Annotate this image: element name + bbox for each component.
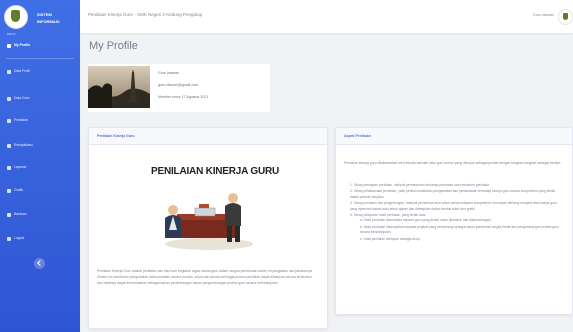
brand[interactable]: SISTEM INFORMASI bbox=[4, 5, 78, 31]
penilaian-card: Penilaian Kinerja Guru PENILAIAN KINERJA… bbox=[88, 127, 328, 329]
list-item: 4. Tahap pelaporan hasil penilaian, yang… bbox=[350, 213, 560, 242]
list-item-text: Tahap penilaian dan penghitungan, melipu… bbox=[350, 201, 557, 211]
list-item: 2. Tahap pelaksanaan penilaian, yaitu pe… bbox=[350, 189, 560, 200]
profile-info: Guru Idaman guru.idaman@gmail.com Member… bbox=[158, 71, 208, 107]
penilaian-heading: PENILAIAN KINERJA GURU bbox=[151, 166, 280, 177]
topbar: Penilaian Kinerja Guru - SMK Negeri 2 Ke… bbox=[80, 0, 573, 33]
sidebar-item-label: My Profile bbox=[14, 43, 31, 47]
card-header: Penilaian Kinerja Guru bbox=[89, 128, 327, 145]
school-logo-icon bbox=[4, 5, 28, 29]
sub-list-item-text: Hasil penilaian disimpan sebagai arsip. bbox=[363, 236, 421, 241]
list-item: 1. Tahap persiapan penilaian, meliputi p… bbox=[350, 183, 560, 188]
sidebar-divider bbox=[6, 58, 74, 59]
sidebar-item-label: Laporan bbox=[14, 165, 27, 169]
sidebar-item-label: Bantuan bbox=[14, 212, 27, 216]
brand-line-1: SISTEM bbox=[37, 12, 52, 17]
profile-card: Guru Idaman guru.idaman@gmail.com Member… bbox=[88, 64, 270, 112]
card-header: Aspek Penilaian bbox=[336, 128, 572, 145]
table-icon bbox=[7, 144, 11, 148]
sidebar-item-bantuan[interactable]: Bantuan bbox=[0, 209, 80, 221]
page-title: My Profile bbox=[89, 40, 138, 52]
sidebar-item-label: Rekapitulasi bbox=[14, 143, 33, 147]
sidebar-item-label: Data Profil bbox=[14, 69, 30, 73]
users-icon bbox=[7, 97, 11, 101]
sidebar-item-rekapitulasi[interactable]: Rekapitulasi bbox=[0, 140, 80, 152]
teacher-assessment-illustration bbox=[151, 184, 265, 252]
brand-line-2: INFORMASI bbox=[37, 19, 60, 24]
sidebar-item-my-profile[interactable]: My Profile bbox=[0, 40, 80, 52]
sidebar-item-grafik[interactable]: Grafik bbox=[0, 185, 80, 197]
profile-name: Guru Idaman bbox=[158, 71, 179, 75]
sidebar-item-data-profil[interactable]: Data Profil bbox=[0, 66, 80, 78]
list-item-text: Tahap pelaksanaan penilaian, yaitu penil… bbox=[350, 189, 556, 199]
user-avatar[interactable] bbox=[558, 9, 573, 25]
aspek-list: 1. Tahap persiapan penilaian, meliputi p… bbox=[350, 183, 560, 243]
sidebar-item-label: Penilaian bbox=[14, 118, 28, 122]
help-icon bbox=[7, 213, 11, 217]
profile-member-since: Member since 17 Agustus 2021 bbox=[158, 95, 209, 99]
list-item-text: Tahap persiapan penilaian, meliputi pema… bbox=[353, 183, 490, 187]
sidebar: SISTEM INFORMASI MENU My Profile Data Pr… bbox=[0, 0, 80, 332]
profile-photo bbox=[88, 66, 150, 108]
user-name[interactable]: Guru Idaman bbox=[533, 13, 554, 17]
id-card-icon bbox=[7, 70, 11, 74]
sidebar-item-logout[interactable]: Logout bbox=[0, 233, 80, 245]
sidebar-toggle-button[interactable] bbox=[34, 258, 45, 269]
list-item-text: Tahap pelaporan hasil penilaian, yang te… bbox=[353, 213, 427, 218]
sidebar-item-data-guru[interactable]: Data Guru bbox=[0, 93, 80, 105]
chart-icon bbox=[7, 189, 11, 193]
sub-list-item-text: Hasil penilaian disampaikan kepada pejab… bbox=[360, 224, 559, 235]
list-item: 3. Tahap penilaian dan penghitungan, mel… bbox=[350, 201, 560, 212]
sidebar-item-label: Data Guru bbox=[14, 96, 30, 100]
penilaian-description: Penilaian Kinerja Guru adalah penilaian … bbox=[97, 269, 314, 285]
file-icon bbox=[7, 166, 11, 170]
sidebar-item-laporan[interactable]: Laporan bbox=[0, 162, 80, 174]
sub-list-item: c. Hasil penilaian disimpan sebagai arsi… bbox=[360, 237, 560, 242]
topbar-title: Penilaian Kinerja Guru - SMK Negeri 2 Ke… bbox=[88, 12, 203, 17]
card-header-title: Aspek Penilaian bbox=[344, 134, 371, 138]
aspek-penilaian-card: Aspek Penilaian Penilaian kinerja guru d… bbox=[335, 127, 573, 315]
sub-list-item-text: Hasil penilaian diserahkan kepada guru y… bbox=[363, 218, 492, 223]
sidebar-item-penilaian[interactable]: Penilaian bbox=[0, 115, 80, 127]
aspek-intro: Penilaian kinerja guru dilaksanakan oleh… bbox=[344, 161, 562, 165]
logout-icon bbox=[7, 237, 11, 241]
clipboard-icon bbox=[7, 119, 11, 123]
user-icon bbox=[7, 44, 11, 48]
sidebar-heading: MENU bbox=[7, 32, 16, 36]
sub-list-item: b. Hasil penilaian disampaikan kepada pe… bbox=[360, 225, 560, 236]
sidebar-item-label: Grafik bbox=[14, 188, 24, 192]
profile-email: guru.idaman@gmail.com bbox=[158, 83, 199, 87]
sidebar-item-label: Logout bbox=[14, 236, 25, 240]
card-header-title: Penilaian Kinerja Guru bbox=[97, 134, 135, 138]
sub-list-item: a. Hasil penilaian diserahkan kepada gur… bbox=[360, 218, 560, 223]
aspek-sublist: a. Hasil penilaian diserahkan kepada gur… bbox=[350, 218, 560, 242]
